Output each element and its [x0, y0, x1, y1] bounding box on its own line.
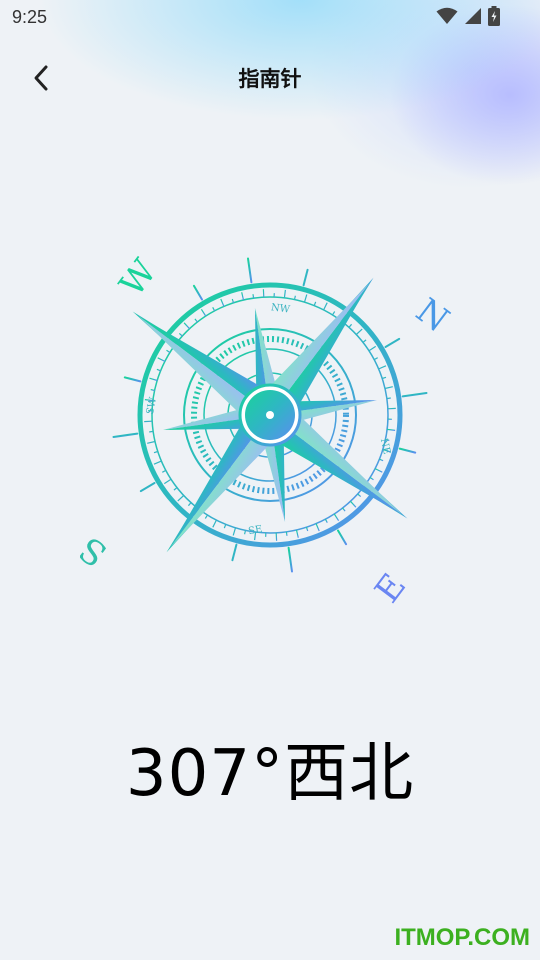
dial-tick	[285, 531, 288, 536]
dial-tick	[374, 468, 383, 473]
dial-tick	[384, 386, 393, 390]
compass-center-hub	[238, 383, 302, 447]
dial-tick	[355, 328, 363, 335]
battery-charging-icon	[488, 6, 500, 30]
dial-tick	[386, 397, 391, 400]
dial-tick	[212, 519, 217, 528]
label-south: S	[80, 528, 115, 574]
cellular-signal-icon	[464, 7, 482, 29]
dial-tick	[149, 430, 154, 433]
dial-tick	[305, 527, 309, 532]
outer-ray-tick	[192, 284, 203, 301]
dial-tick	[183, 322, 190, 330]
dial-tick	[303, 294, 308, 303]
dial-tick	[204, 514, 209, 519]
dial-tick	[333, 513, 340, 522]
dial-tick	[223, 524, 227, 529]
status-time: 9:25	[12, 7, 48, 27]
heading-readout: 307°西北	[125, 737, 415, 811]
dial-tick	[342, 507, 346, 512]
dial-tick	[283, 289, 286, 298]
dial-tick	[241, 292, 245, 301]
dial-tick	[252, 294, 255, 299]
label-east: E	[367, 567, 414, 610]
dial-tick	[153, 460, 162, 465]
dial-tick	[173, 487, 178, 491]
label-ne: NE	[378, 437, 392, 455]
outer-ray-tick	[384, 337, 401, 348]
dial-tick	[313, 301, 317, 306]
dial-tick	[232, 527, 237, 536]
dial-tick	[350, 500, 357, 508]
outer-ray-tick	[231, 543, 238, 562]
dial-tick	[187, 502, 192, 507]
dial-tick	[157, 357, 166, 362]
dial-tick	[295, 529, 299, 538]
dial-tick	[231, 298, 235, 303]
dial-tick	[177, 495, 185, 502]
watermark-logo: ITMOP.COM	[394, 924, 530, 951]
dial-tick	[378, 365, 387, 370]
outer-ray-tick	[123, 376, 142, 383]
nav-bar: 指南针	[0, 50, 540, 106]
outer-ray-tick	[112, 432, 139, 438]
dial-tick	[373, 357, 378, 361]
page-title: 指南针	[238, 67, 302, 91]
outer-ray-tick	[247, 257, 253, 284]
label-sw: SW	[145, 396, 159, 416]
dial-tick	[387, 428, 396, 431]
outer-ray-tick	[287, 546, 293, 573]
label-se: SE	[247, 524, 263, 537]
dial-tick	[149, 377, 158, 382]
dial-tick	[194, 318, 198, 323]
label-north: N	[408, 291, 456, 341]
outer-ray-tick	[337, 529, 348, 546]
outer-ray-tick	[139, 482, 156, 493]
dial-tick	[220, 298, 225, 307]
label-nw: NW	[270, 302, 291, 316]
dial-tick	[153, 450, 158, 454]
dial-tick	[156, 368, 161, 372]
dial-tick	[368, 345, 377, 352]
dial-tick	[362, 339, 367, 343]
dial-tick	[166, 349, 171, 354]
status-bar: 9:25	[0, 0, 540, 36]
compass-screen: 9:25 指南针 NW NE SE SW N E S W 307°西北 ITMO…	[0, 0, 540, 960]
outer-ray-tick	[302, 268, 309, 287]
wifi-icon	[436, 7, 458, 29]
dial-tick	[379, 458, 384, 462]
compass-dial: NW NE SE SW N E S W	[72, 210, 460, 610]
dial-tick	[357, 493, 362, 498]
dial-tick	[162, 469, 167, 473]
dial-tick	[331, 311, 336, 316]
dial-tick	[178, 332, 183, 337]
status-icons	[436, 6, 500, 30]
outer-ray-tick	[398, 447, 417, 454]
dial-tick	[163, 478, 172, 485]
dial-tick	[369, 476, 374, 481]
dial-tick	[212, 307, 216, 312]
dial-tick	[348, 323, 353, 328]
dial-tick	[315, 523, 320, 532]
dial-tick	[200, 308, 207, 317]
dial-tick	[382, 376, 387, 380]
label-west: W	[112, 252, 165, 304]
dial-tick	[324, 518, 328, 523]
outer-ray-tick	[401, 392, 428, 398]
dial-tick	[323, 302, 328, 311]
dial-tick	[147, 440, 156, 444]
